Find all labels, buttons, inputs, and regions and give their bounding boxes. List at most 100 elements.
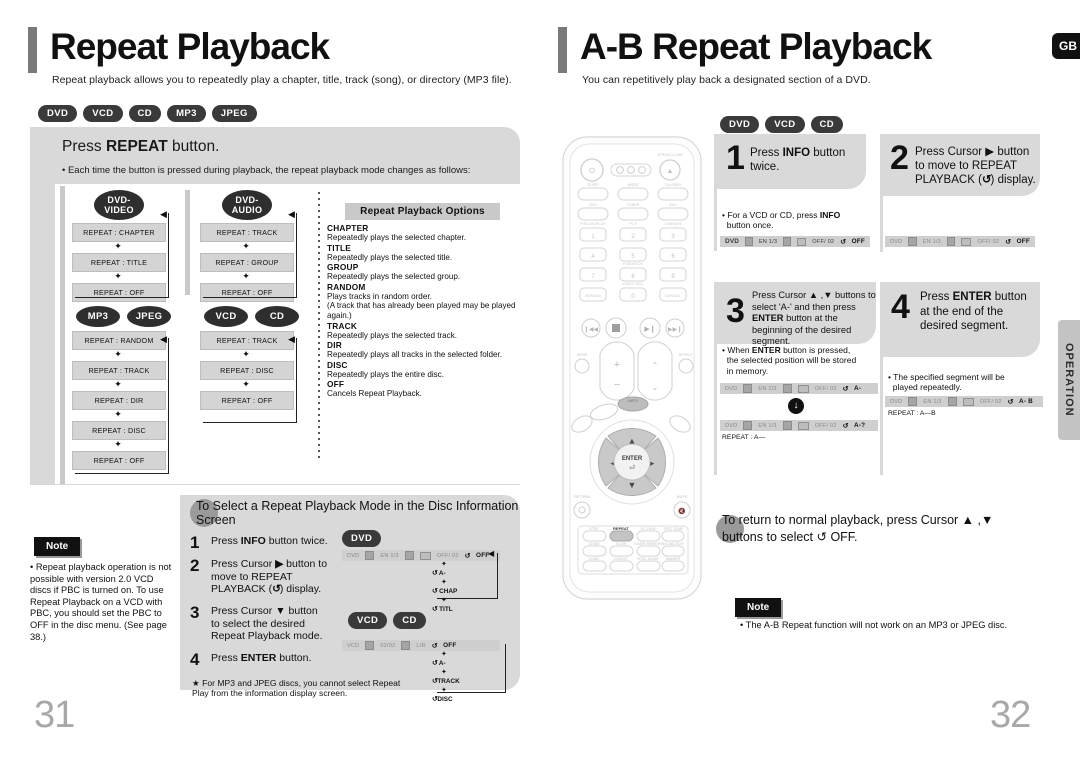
svg-text:SC VIEW: SC VIEW <box>640 527 656 531</box>
flow-label-vcd: VCD <box>204 306 248 327</box>
instruction-panel <box>30 127 520 185</box>
osd-field-disc: DVD <box>725 385 738 392</box>
step-text: Press INFO button twice. <box>211 535 328 547</box>
svg-text:STEP: STEP <box>589 527 599 531</box>
svg-text:PL II: PL II <box>629 221 637 226</box>
svg-text:▶❙: ▶❙ <box>644 325 655 333</box>
flow-label-cd: CD <box>255 306 299 327</box>
remote-repeat-label: REPEAT <box>613 526 629 531</box>
menu-item-label: CHAP <box>439 588 458 595</box>
step-text-1: Press INFO button twice. <box>750 147 846 173</box>
step-number-1: 1 <box>726 139 745 177</box>
flow-loop-head: ◀ <box>160 334 167 344</box>
option-term: RANDOM <box>327 281 366 292</box>
svg-text:DIMMER: DIMMER <box>666 557 681 561</box>
svg-text:ZOOM: ZOOM <box>589 542 600 546</box>
subsection-heading: To Select a Repeat Playback Mode in the … <box>196 499 519 527</box>
osd-chip-cd: CD <box>393 612 426 629</box>
osd-icon-caption <box>419 551 431 560</box>
flow-label-group: VCD CD <box>204 306 299 327</box>
subsection-step-3: 3 Press Cursor ▼ button to select the des… <box>190 604 340 643</box>
note-text-right: • The A-B Repeat function will not work … <box>740 620 1008 630</box>
option-desc: Repeatedly plays the entire disc. <box>327 369 444 379</box>
osd-icon-caption <box>796 237 807 246</box>
svg-text:CANCEL: CANCEL <box>665 293 682 298</box>
step-number-2: 2 <box>890 139 909 177</box>
osd-field-audio: EN 1/3 <box>380 552 399 559</box>
svg-text:OPEN/CLOSE: OPEN/CLOSE <box>657 152 683 157</box>
disc-chip-mp3: MP3 <box>167 105 206 122</box>
right-page: A-B Repeat Playback You can repetitively… <box>540 0 1080 763</box>
step-3-rail <box>714 282 717 475</box>
svg-text:⏻: ⏻ <box>589 167 595 175</box>
osd-field-disc: DVD <box>890 238 903 245</box>
osd-field-audio: EN 1/3 <box>922 238 941 245</box>
svg-text:EFFECT: EFFECT <box>679 353 694 357</box>
card-left-edge <box>60 186 65 484</box>
option-desc: Cancels Repeat Playback. <box>327 389 422 399</box>
svg-text:TEST TONE: TEST TONE <box>663 527 684 531</box>
repeat-icon: ↺ <box>840 238 846 246</box>
option-item: TRACK Repeatedly plays the selected trac… <box>327 321 532 341</box>
option-term: CHAPTER <box>327 223 369 233</box>
press-pre: Press <box>62 138 106 155</box>
svg-text:NTSC MODE: NTSC MODE <box>637 557 659 561</box>
menu-arrow: ✦ <box>441 597 447 604</box>
menu-arrow: ✦ <box>441 687 447 694</box>
right-page-title-row: A-B Repeat Playback <box>558 26 932 73</box>
osd-icon-angle <box>404 551 414 560</box>
disc-chip-dvd: DVD <box>720 116 760 133</box>
option-item: CHAPTER Repeatedly plays the selected ch… <box>327 223 532 243</box>
svg-text:MODE: MODE <box>628 183 639 187</box>
menu-item: ↺ CHAP <box>432 588 458 595</box>
osd-repeat-value: A- <box>854 385 862 392</box>
step-2-rail <box>880 134 883 252</box>
subsection-step-2: 2 Press Cursor ▶ button to move to REPEAT… <box>190 557 340 596</box>
osd-icon-caption <box>797 421 809 430</box>
osd-icon-angle <box>782 421 792 430</box>
svg-text:▼: ▼ <box>628 480 637 490</box>
osd-menu-vcd: ✦ ↺ A- ✦ ↺TRACK ✦ ↺DISC <box>432 651 460 705</box>
svg-text:⌃: ⌃ <box>652 361 659 370</box>
osd-field-disc: DVD <box>347 552 360 559</box>
option-item: DISC Repeatedly plays the entire disc. <box>327 360 532 380</box>
osd-field-disc: DVD <box>890 398 903 405</box>
press-post: button. <box>167 138 220 155</box>
remote-control-illustration: ⏻ ▲ OPEN/CLOSE SLEEP MODE TV/VIDEO DVD TUNE… <box>558 132 708 612</box>
osd-bar-step-2: DVD EN 1/3 OFF/ 02 ↺ OFF <box>885 236 1035 247</box>
osd-field-audio: EN 1/3 <box>758 422 777 429</box>
flow-loop-head: ◀ <box>160 209 167 219</box>
osd-repeat-value: A-? <box>854 422 866 429</box>
note-text-left: • Repeat playback operation is not possi… <box>30 562 172 642</box>
option-desc: Repeatedly plays the selected track. <box>327 330 458 340</box>
option-term: TRACK <box>327 320 358 331</box>
svg-text:⌄: ⌄ <box>652 383 659 392</box>
menu-item-label: TITL <box>439 606 453 613</box>
flow-loop-arrow <box>203 338 297 423</box>
remote-svg: ⏻ ▲ OPEN/CLOSE SLEEP MODE TV/VIDEO DVD TUNE… <box>562 136 702 600</box>
osd-icon-angle <box>947 397 957 406</box>
osd-icon-subtitle <box>743 384 753 393</box>
osd-icon-angle <box>782 384 792 393</box>
option-item: OFF Cancels Repeat Playback. <box>327 379 532 399</box>
menu-item-label: A- <box>438 660 446 667</box>
osd-field-off: OFF/ 02 <box>814 385 837 392</box>
svg-text:❙◀◀: ❙◀◀ <box>584 326 599 333</box>
return-header: To return to normal playback, press Curs… <box>716 512 1032 546</box>
flow-loop-head: ◀ <box>288 334 295 344</box>
page-title: A-B Repeat Playback <box>580 26 932 67</box>
svg-text:VIDEO SEL.: VIDEO SEL. <box>622 281 644 286</box>
menu-arrow: ✦ <box>441 651 447 658</box>
menu-item: ↺ TITL <box>432 606 453 613</box>
step-text: Press Cursor ▶ button to move to REPEAT PL… <box>211 558 328 596</box>
osd-field-audio: EN 1/3 <box>758 238 778 245</box>
svg-text:DIGEST: DIGEST <box>614 557 628 561</box>
svg-text:MODE: MODE <box>577 353 588 357</box>
osd-field-off: OFF/ 02 <box>977 238 1000 245</box>
osd-field-disc: DVD <box>725 238 740 245</box>
flow-label-jpeg: JPEG <box>127 306 171 327</box>
menu-item-label: TRACK <box>437 678 460 685</box>
subsection-step-1: 1 Press INFO button twice. <box>190 534 340 551</box>
option-desc: Repeatedly plays all tracks in the selec… <box>327 350 503 360</box>
osd-icon-angle <box>783 237 791 246</box>
